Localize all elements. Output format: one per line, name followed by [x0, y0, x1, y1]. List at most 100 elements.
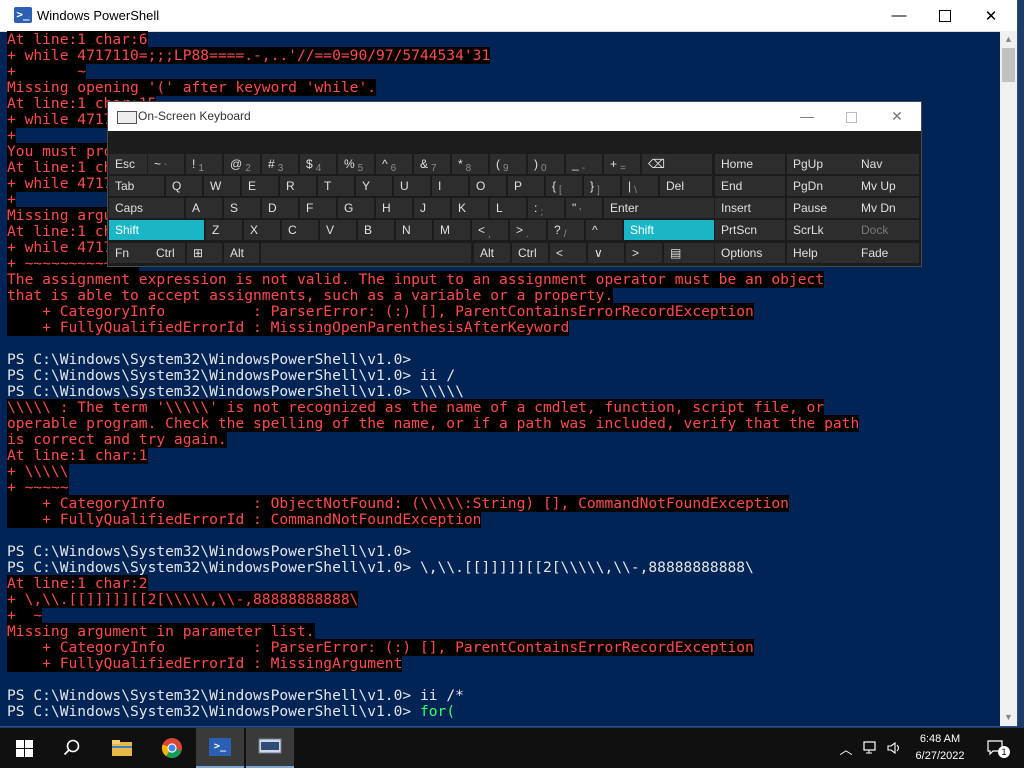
key-p[interactable]: P — [508, 176, 544, 196]
key-v[interactable]: V — [320, 220, 356, 240]
key-y[interactable]: Y — [356, 176, 392, 196]
osk-close-button[interactable]: ✕ — [882, 106, 912, 126]
clock-date[interactable]: 6/27/2022 — [912, 750, 968, 762]
key-sym11[interactable]: ) 0 — [528, 154, 564, 174]
powershell-taskbar-button[interactable]: >_ — [196, 728, 244, 768]
key-sym13[interactable]: + = — [604, 154, 640, 174]
key-alt[interactable]: Alt — [224, 243, 259, 263]
network-button[interactable] — [860, 728, 882, 768]
key-sym10[interactable]: (9 — [490, 154, 526, 174]
key-caps[interactable]: Caps — [109, 198, 184, 218]
key-help[interactable]: Help — [787, 243, 857, 263]
key-ctrl[interactable]: Ctrl — [512, 243, 548, 263]
key-f[interactable]: F — [300, 198, 336, 218]
key-insert[interactable]: Insert — [715, 198, 785, 218]
key-fade[interactable]: Fade — [855, 243, 919, 263]
key-d[interactable]: D — [262, 198, 298, 218]
key-sym7[interactable]: ^ 6 — [376, 154, 412, 174]
key-dock[interactable]: Dock — [855, 220, 919, 240]
key-z[interactable]: Z — [206, 220, 242, 240]
key-e[interactable]: E — [242, 176, 278, 196]
key-alt[interactable]: Alt — [474, 243, 510, 263]
key-sym1[interactable]: ~ ` — [148, 154, 184, 174]
scroll-up-icon[interactable]: ▲ — [1000, 31, 1017, 48]
key-sym4[interactable]: #3 — [262, 154, 298, 174]
scroll-thumb[interactable] — [1002, 48, 1015, 82]
key-shift[interactable]: Shift — [109, 220, 204, 240]
notifications-button[interactable]: 1 — [978, 728, 1014, 768]
show-hidden-icons-button[interactable]: ︿ — [836, 728, 856, 768]
key-pgup[interactable]: PgUp — [787, 154, 857, 174]
key-prtscn[interactable]: PrtScn — [715, 220, 785, 240]
key-sym12[interactable]: _ - — [566, 154, 602, 174]
key-sym6[interactable]: % 5 — [338, 154, 374, 174]
key-s[interactable]: S — [224, 198, 260, 218]
key-enter[interactable]: Enter — [604, 198, 714, 218]
key-sym10[interactable]: ? / — [548, 220, 584, 240]
key-o[interactable]: O — [470, 176, 506, 196]
key-sym8[interactable]: <, — [472, 220, 508, 240]
key-q[interactable]: Q — [166, 176, 202, 196]
key-sym8[interactable]: ∨ — [588, 243, 624, 263]
key-sym9[interactable]: >. — [510, 220, 546, 240]
key-sym11[interactable]: " ' — [566, 198, 602, 218]
key-c[interactable]: C — [282, 220, 318, 240]
key-j[interactable]: J — [414, 198, 450, 218]
key-sym2[interactable]: ⊞ — [187, 243, 222, 263]
key-scrlk[interactable]: ScrLk — [787, 220, 857, 240]
clock-time[interactable]: 6:48 AM — [912, 733, 968, 745]
key-k[interactable]: K — [452, 198, 488, 218]
key-sym3[interactable]: @2 — [224, 154, 260, 174]
key-a[interactable]: A — [186, 198, 222, 218]
key-sym9[interactable]: * 8 — [452, 154, 488, 174]
start-button[interactable] — [0, 728, 48, 768]
key-sym12[interactable]: }] — [584, 176, 620, 196]
key-nav[interactable]: Nav — [855, 154, 919, 174]
key-x[interactable]: X — [244, 220, 280, 240]
title-bar[interactable]: >_ Windows PowerShell — ✕ — [0, 0, 1017, 32]
search-button[interactable] — [48, 728, 96, 768]
chrome-button[interactable] — [148, 728, 196, 768]
close-button[interactable]: ✕ — [968, 0, 1014, 31]
key-space[interactable] — [261, 243, 471, 263]
key-mvdn[interactable]: Mv Dn — [855, 198, 919, 218]
key-l[interactable]: L — [490, 198, 526, 218]
key-pause[interactable]: Pause — [787, 198, 857, 218]
key-ctrl[interactable]: Ctrl — [150, 243, 185, 263]
file-explorer-button[interactable] — [98, 728, 146, 768]
key-end[interactable]: End — [715, 176, 785, 196]
on-screen-keyboard-taskbar-button[interactable] — [246, 728, 294, 768]
osk-minimize-button[interactable]: — — [792, 106, 822, 126]
key-sym9[interactable]: > — [626, 243, 662, 263]
key-sym13[interactable]: | \ — [622, 176, 658, 196]
maximize-button[interactable] — [922, 0, 968, 31]
key-sym7[interactable]: < — [550, 243, 586, 263]
key-options[interactable]: Options — [715, 243, 785, 263]
scroll-down-icon[interactable]: ▼ — [1000, 709, 1017, 726]
osk-title-bar[interactable]: On-Screen Keyboard — ✕ — [108, 102, 921, 131]
key-g[interactable]: G — [338, 198, 374, 218]
key-sym11[interactable]: ^ — [586, 220, 622, 240]
key-n[interactable]: N — [396, 220, 432, 240]
osk-maximize-button[interactable] — [836, 106, 866, 126]
key-b[interactable]: B — [358, 220, 394, 240]
key-u[interactable]: U — [394, 176, 430, 196]
key-mvup[interactable]: Mv Up — [855, 176, 919, 196]
key-sym10[interactable]: :; — [528, 198, 564, 218]
key-sym5[interactable]: $4 — [300, 154, 336, 174]
key-i[interactable]: I — [432, 176, 468, 196]
key-shift[interactable]: Shift — [624, 220, 714, 240]
key-w[interactable]: W — [204, 176, 240, 196]
key-esc[interactable]: Esc — [109, 154, 147, 174]
key-sym14[interactable]: ⌫ — [642, 154, 712, 174]
key-m[interactable]: M — [434, 220, 470, 240]
key-r[interactable]: R — [280, 176, 316, 196]
key-sym10[interactable]: ▤ — [664, 243, 714, 263]
key-sym8[interactable]: & 7 — [414, 154, 450, 174]
key-h[interactable]: H — [376, 198, 412, 218]
key-t[interactable]: T — [318, 176, 354, 196]
key-pgdn[interactable]: PgDn — [787, 176, 857, 196]
minimize-button[interactable]: — — [876, 0, 922, 31]
key-home[interactable]: Home — [715, 154, 785, 174]
key-sym2[interactable]: ! 1 — [186, 154, 222, 174]
